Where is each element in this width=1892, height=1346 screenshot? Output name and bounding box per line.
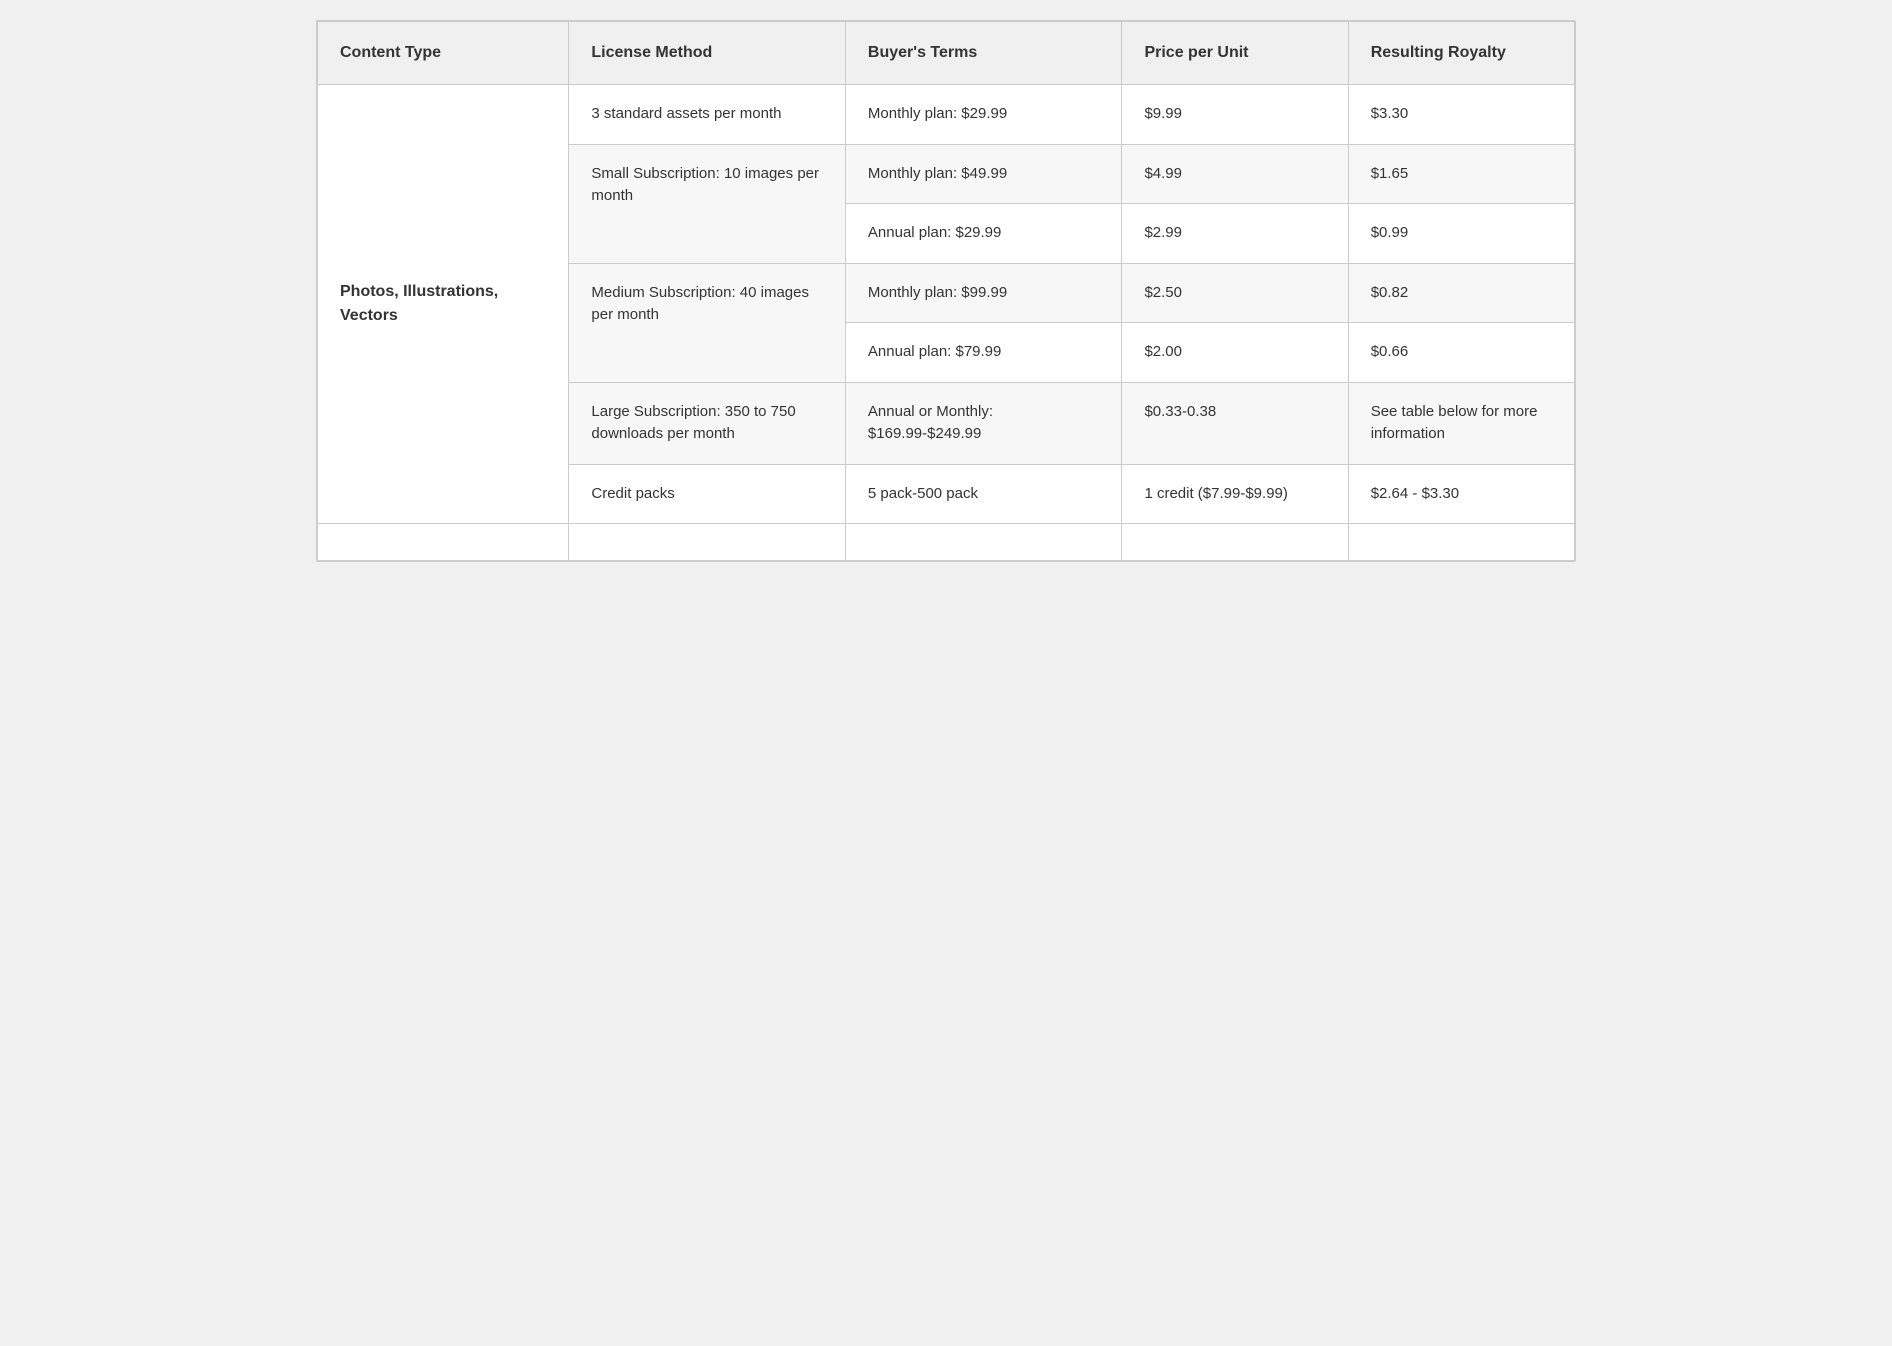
price-per-unit-cell: 1 credit ($7.99-$9.99): [1122, 464, 1348, 524]
header-resulting-royalty: Resulting Royalty: [1348, 22, 1574, 85]
buyers-terms-cell: Monthly plan: $99.99: [845, 263, 1122, 323]
resulting-royalty-cell: $2.64 - $3.30: [1348, 464, 1574, 524]
resulting-royalty-cell: $0.82: [1348, 263, 1574, 323]
header-buyers-terms: Buyer's Terms: [845, 22, 1122, 85]
resulting-royalty-cell: $1.65: [1348, 144, 1574, 204]
empty-cell: [569, 524, 846, 561]
table-header-row: Content Type License Method Buyer's Term…: [318, 22, 1575, 85]
table-row: Photos, Illustrations, Vectors3 standard…: [318, 85, 1575, 145]
header-license-method: License Method: [569, 22, 846, 85]
pricing-table: Content Type License Method Buyer's Term…: [317, 21, 1575, 561]
empty-cell: [845, 524, 1122, 561]
buyers-terms-cell: Annual plan: $29.99: [845, 204, 1122, 264]
empty-cell: [318, 524, 569, 561]
resulting-royalty-cell: $0.66: [1348, 323, 1574, 383]
buyers-terms-cell: Monthly plan: $29.99: [845, 85, 1122, 145]
header-content-type: Content Type: [318, 22, 569, 85]
buyers-terms-cell: Monthly plan: $49.99: [845, 144, 1122, 204]
pricing-table-wrapper: Content Type License Method Buyer's Term…: [316, 20, 1576, 562]
license-method-cell: Credit packs: [569, 464, 846, 524]
price-per-unit-cell: $2.00: [1122, 323, 1348, 383]
price-per-unit-cell: $4.99: [1122, 144, 1348, 204]
price-per-unit-cell: $0.33-0.38: [1122, 382, 1348, 464]
empty-cell: [1348, 524, 1574, 561]
buyers-terms-cell: 5 pack-500 pack: [845, 464, 1122, 524]
resulting-royalty-cell: See table below for more information: [1348, 382, 1574, 464]
buyers-terms-cell: Annual plan: $79.99: [845, 323, 1122, 383]
license-method-cell: Medium Subscription: 40 images per month: [569, 263, 846, 382]
license-method-cell: Large Subscription: 350 to 750 downloads…: [569, 382, 846, 464]
price-per-unit-cell: $2.50: [1122, 263, 1348, 323]
resulting-royalty-cell: $3.30: [1348, 85, 1574, 145]
table-row-empty: [318, 524, 1575, 561]
license-method-cell: Small Subscription: 10 images per month: [569, 144, 846, 263]
resulting-royalty-cell: $0.99: [1348, 204, 1574, 264]
empty-cell: [1122, 524, 1348, 561]
price-per-unit-cell: $9.99: [1122, 85, 1348, 145]
license-method-cell: 3 standard assets per month: [569, 85, 846, 145]
buyers-terms-cell: Annual or Monthly: $169.99-$249.99: [845, 382, 1122, 464]
content-type-cell: Photos, Illustrations, Vectors: [318, 85, 569, 524]
header-price-per-unit: Price per Unit: [1122, 22, 1348, 85]
price-per-unit-cell: $2.99: [1122, 204, 1348, 264]
